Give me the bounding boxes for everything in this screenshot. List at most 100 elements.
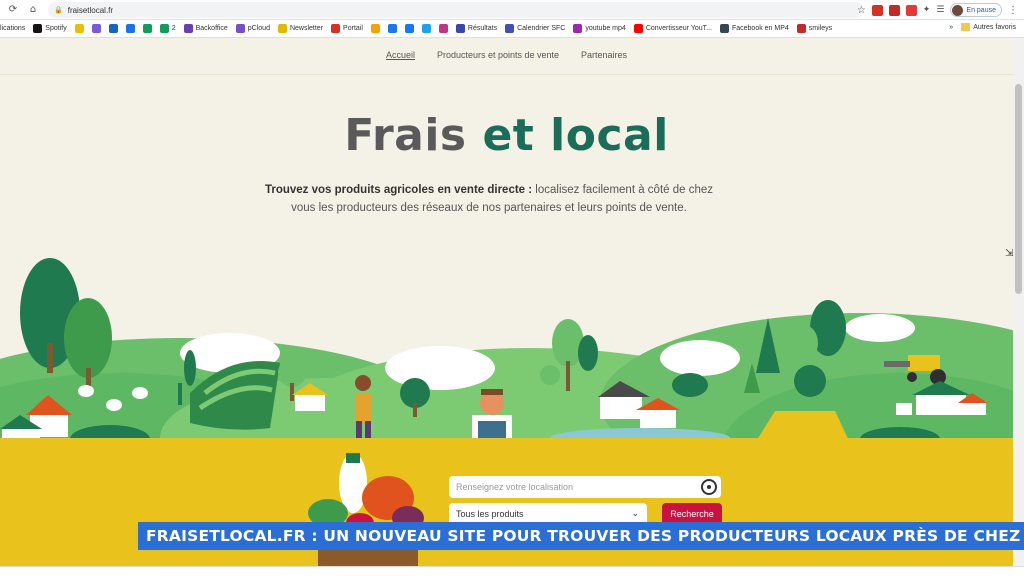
bookmark-item[interactable]: Résultats — [455, 24, 497, 33]
location-placeholder: Renseignez votre localisation — [456, 482, 574, 492]
countryside-illustration — [0, 258, 1013, 443]
bookmark-favicon-icon — [387, 24, 397, 33]
bookmark-favicon-icon — [159, 24, 169, 33]
bookmark-item[interactable]: Convertisseur YouT... — [633, 24, 712, 33]
pdf-extension-icon[interactable] — [888, 4, 900, 16]
bookmark-label: pCloud — [247, 25, 270, 32]
site-navigation: Accueil Producteurs et points de vente P… — [0, 50, 1013, 60]
bookmark-label: youtube mp4 — [585, 25, 626, 32]
bookmark-favicon-icon — [633, 24, 643, 33]
bookmark-item[interactable]: Calendrier SFC — [505, 24, 565, 33]
bookmark-favicon-icon — [331, 24, 341, 33]
hero-title: Frais et local — [0, 110, 1013, 161]
other-bookmarks-label: Autres favoris — [973, 23, 1016, 31]
toolbar-actions: ☆ ✦ ☰ En pause ⋮ — [857, 2, 1018, 18]
profile-status: En pause — [966, 6, 996, 14]
hero-subtitle: Trouvez vos produits agricoles en vente … — [255, 181, 723, 217]
bookmark-item[interactable] — [421, 24, 431, 33]
bookmark-item[interactable] — [370, 24, 380, 33]
bookmark-favicon-icon — [33, 24, 43, 33]
bookmark-favicon-icon — [573, 24, 583, 33]
news-ticker-banner: FRAISETLOCAL.FR : UN NOUVEAU SITE POUR T… — [138, 522, 1024, 550]
bookmark-item[interactable] — [108, 24, 118, 33]
hero-title-part2: et local — [482, 110, 669, 161]
bookmark-favicon-icon — [74, 24, 84, 33]
home-icon[interactable]: ⌂ — [26, 3, 40, 17]
bookmarks-bar: lications Spotify 2 Backoffice pCloud Newslet… — [0, 20, 1024, 38]
mouse-cursor-icon: ⇲ — [1005, 248, 1014, 259]
bookmark-item[interactable]: 2 — [159, 24, 176, 33]
bookmark-item[interactable]: Newsletter — [277, 24, 324, 33]
bookmark-item[interactable] — [142, 24, 152, 33]
products-select-value: Tous les produits — [456, 509, 524, 519]
more-bookmarks-button[interactable]: » — [949, 24, 953, 31]
bookmark-item[interactable]: Portail — [331, 24, 363, 33]
bookmark-label: 2 — [171, 25, 176, 32]
folder-icon — [961, 23, 971, 31]
hero-title-part1: Frais — [344, 110, 467, 161]
bookmark-label: lications — [0, 25, 26, 32]
reading-list-icon[interactable]: ☰ — [936, 5, 944, 15]
bookmark-item[interactable] — [438, 24, 448, 33]
bookmark-item[interactable] — [74, 24, 84, 33]
url-text: fraisetlocal.fr — [67, 5, 114, 15]
nav-divider — [0, 74, 1013, 75]
status-strip — [0, 566, 1024, 576]
nav-link-producers[interactable]: Producteurs et points de vente — [437, 50, 559, 60]
extensions-puzzle-icon[interactable]: ✦ — [923, 5, 931, 15]
location-input[interactable]: Renseignez votre localisation — [449, 476, 721, 498]
browser-toolbar: ⟳ ⌂ 🔒 fraisetlocal.fr ☆ ✦ ☰ En pause ⋮ — [0, 0, 1024, 20]
bookmark-favicon-icon — [235, 24, 245, 33]
bookmark-label: Convertisseur YouT... — [645, 25, 712, 32]
bookmark-favicon-icon — [421, 24, 431, 33]
chevron-down-icon: ⌄ — [631, 508, 639, 518]
bookmark-item[interactable] — [404, 24, 414, 33]
adblock-extension-icon[interactable] — [871, 4, 883, 16]
bookmark-favicon-icon — [91, 24, 101, 33]
bookmark-item[interactable] — [125, 24, 135, 33]
website-viewport: Accueil Producteurs et points de vente P… — [0, 38, 1013, 566]
bookmark-label: Newsletter — [289, 25, 324, 32]
bookmark-item[interactable]: smileys — [796, 24, 833, 33]
bookmark-label: Calendrier SFC — [517, 25, 566, 32]
hero-subtitle-bold: Trouvez vos produits agricoles en vente … — [264, 184, 533, 196]
avatar — [952, 4, 964, 16]
bookmarks-overflow: » Autres favoris — [943, 23, 1016, 31]
bookmark-item[interactable]: pCloud — [235, 24, 270, 33]
profile-button[interactable]: En pause — [950, 3, 1002, 17]
red-extension-icon[interactable] — [905, 4, 917, 16]
bookmark-item[interactable]: lications — [0, 25, 25, 32]
bookmark-favicon-icon — [796, 24, 806, 33]
bookmark-favicon-icon — [142, 24, 152, 33]
bookmark-label: Facebook en MP4 — [731, 25, 789, 32]
bookmark-item[interactable] — [91, 24, 101, 33]
page-scrollbar[interactable] — [1013, 38, 1024, 566]
star-icon[interactable]: ☆ — [857, 5, 866, 16]
geolocate-target-icon[interactable] — [701, 479, 717, 495]
nav-link-partners[interactable]: Partenaires — [581, 50, 627, 60]
bookmark-favicon-icon — [125, 24, 135, 33]
other-bookmarks-folder[interactable]: Autres favoris — [961, 23, 1016, 31]
bookmark-favicon-icon — [277, 24, 287, 33]
nav-link-home[interactable]: Accueil — [386, 50, 415, 60]
bookmark-favicon-icon — [438, 24, 448, 33]
scrollbar-thumb[interactable] — [1015, 84, 1022, 294]
bookmark-label: Backoffice — [195, 25, 228, 32]
bookmark-item[interactable]: Facebook en MP4 — [719, 24, 789, 33]
bookmark-label: Spotify — [45, 25, 67, 32]
bookmark-item[interactable]: Backoffice — [183, 24, 228, 33]
bookmark-label: Portail — [343, 25, 363, 32]
reload-icon[interactable]: ⟳ — [6, 3, 20, 17]
bookmark-favicon-icon — [505, 24, 515, 33]
lock-icon: 🔒 — [54, 7, 63, 14]
bookmark-item[interactable]: youtube mp4 — [573, 24, 626, 33]
bookmark-item[interactable] — [387, 24, 397, 33]
bookmark-item[interactable]: Spotify — [33, 24, 67, 33]
bookmark-favicon-icon — [404, 24, 414, 33]
bookmark-favicon-icon — [719, 24, 729, 33]
menu-kebab-icon[interactable]: ⋮ — [1008, 5, 1018, 16]
bookmark-favicon-icon — [370, 24, 380, 33]
bookmark-label: smileys — [808, 25, 833, 32]
address-bar[interactable]: 🔒 fraisetlocal.fr — [48, 2, 864, 18]
bookmark-favicon-icon — [108, 24, 118, 33]
